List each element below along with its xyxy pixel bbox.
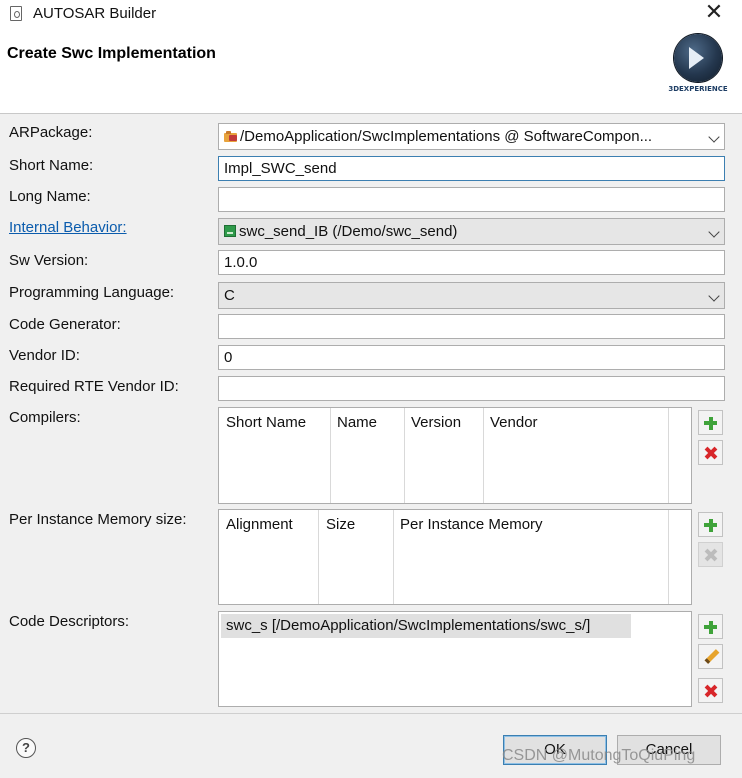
logo-play-icon xyxy=(689,47,704,69)
column-divider xyxy=(668,408,669,503)
column-header-version[interactable]: Version xyxy=(411,414,461,431)
arpackage-value: /DemoApplication/SwcImplementations @ So… xyxy=(240,128,653,145)
programming-language-select[interactable]: C xyxy=(218,282,725,309)
remove-compiler-button[interactable] xyxy=(698,440,723,465)
column-divider xyxy=(404,408,405,503)
sw-version-label: Sw Version: xyxy=(9,252,89,269)
compilers-table[interactable]: Short Name Name Version Vendor xyxy=(218,407,692,504)
vendor-id-input[interactable]: 0 xyxy=(218,345,725,370)
chevron-down-icon xyxy=(708,290,720,302)
column-divider xyxy=(330,408,331,503)
internal-behavior-value: swc_send_IB (/Demo/swc_send) xyxy=(239,223,458,240)
app-icon xyxy=(10,6,22,21)
short-name-input[interactable]: Impl_SWC_send xyxy=(218,156,725,181)
code-descriptors-list[interactable]: swc_s [/DemoApplication/SwcImplementatio… xyxy=(218,611,692,707)
remove-per-instance-memory-button[interactable] xyxy=(698,542,723,567)
programming-language-label: Programming Language: xyxy=(9,284,175,301)
code-descriptors-label: Code Descriptors: xyxy=(9,613,130,630)
page-title: Create Swc Implementation xyxy=(7,45,216,62)
arpackage-select[interactable]: /DemoApplication/SwcImplementations @ So… xyxy=(218,123,725,150)
watermark: CSDN @MutongToQiuPing xyxy=(502,747,696,764)
remove-code-descriptor-button[interactable] xyxy=(698,678,723,703)
required-rte-vendor-id-input[interactable] xyxy=(218,376,725,401)
internal-behavior-link[interactable]: Internal Behavior: xyxy=(9,219,127,236)
internal-behavior-icon xyxy=(224,225,236,237)
wizard-banner xyxy=(0,28,742,114)
short-name-label: Short Name: xyxy=(9,157,94,174)
package-folder-icon xyxy=(224,131,237,142)
column-divider xyxy=(318,510,319,604)
close-icon[interactable]: ✕ xyxy=(700,0,728,28)
logo-text: 3DEXPERIENCE xyxy=(668,85,728,93)
long-name-label: Long Name: xyxy=(9,188,91,205)
code-generator-input[interactable] xyxy=(218,314,725,339)
list-item[interactable]: swc_s [/DemoApplication/SwcImplementatio… xyxy=(221,614,631,638)
long-name-input[interactable] xyxy=(218,187,725,212)
per-instance-memory-table[interactable]: Alignment Size Per Instance Memory xyxy=(218,509,692,605)
edit-code-descriptor-button[interactable] xyxy=(698,644,723,669)
column-header-alignment[interactable]: Alignment xyxy=(226,516,293,533)
chevron-down-icon xyxy=(708,131,720,143)
column-header-short-name[interactable]: Short Name xyxy=(226,414,306,431)
pencil-icon xyxy=(704,649,720,664)
column-divider xyxy=(393,510,394,604)
required-rte-vendor-id-label: Required RTE Vendor ID: xyxy=(9,378,179,395)
window-title: AUTOSAR Builder xyxy=(33,5,157,22)
sw-version-input[interactable]: 1.0.0 xyxy=(218,250,725,275)
code-descriptor-text: swc_s [/DemoApplication/SwcImplementatio… xyxy=(226,617,591,634)
programming-language-value: C xyxy=(224,287,235,304)
code-generator-label: Code Generator: xyxy=(9,316,121,333)
brand-logo: 3DEXPERIENCE xyxy=(668,34,728,96)
internal-behavior-select[interactable]: swc_send_IB (/Demo/swc_send) xyxy=(218,218,725,245)
add-code-descriptor-button[interactable] xyxy=(698,614,723,639)
compilers-label: Compilers: xyxy=(9,409,81,426)
footer-divider xyxy=(0,713,742,714)
column-header-per-instance-memory[interactable]: Per Instance Memory xyxy=(400,516,543,533)
vendor-id-label: Vendor ID: xyxy=(9,347,80,364)
help-icon[interactable]: ? xyxy=(16,738,36,758)
chevron-down-icon xyxy=(708,226,720,238)
per-instance-memory-label: Per Instance Memory size: xyxy=(9,511,187,528)
add-compiler-button[interactable] xyxy=(698,410,723,435)
column-divider xyxy=(483,408,484,503)
add-per-instance-memory-button[interactable] xyxy=(698,512,723,537)
column-header-vendor[interactable]: Vendor xyxy=(490,414,538,431)
column-header-name[interactable]: Name xyxy=(337,414,377,431)
column-divider xyxy=(668,510,669,604)
column-header-size[interactable]: Size xyxy=(326,516,355,533)
arpackage-label: ARPackage: xyxy=(9,124,93,141)
